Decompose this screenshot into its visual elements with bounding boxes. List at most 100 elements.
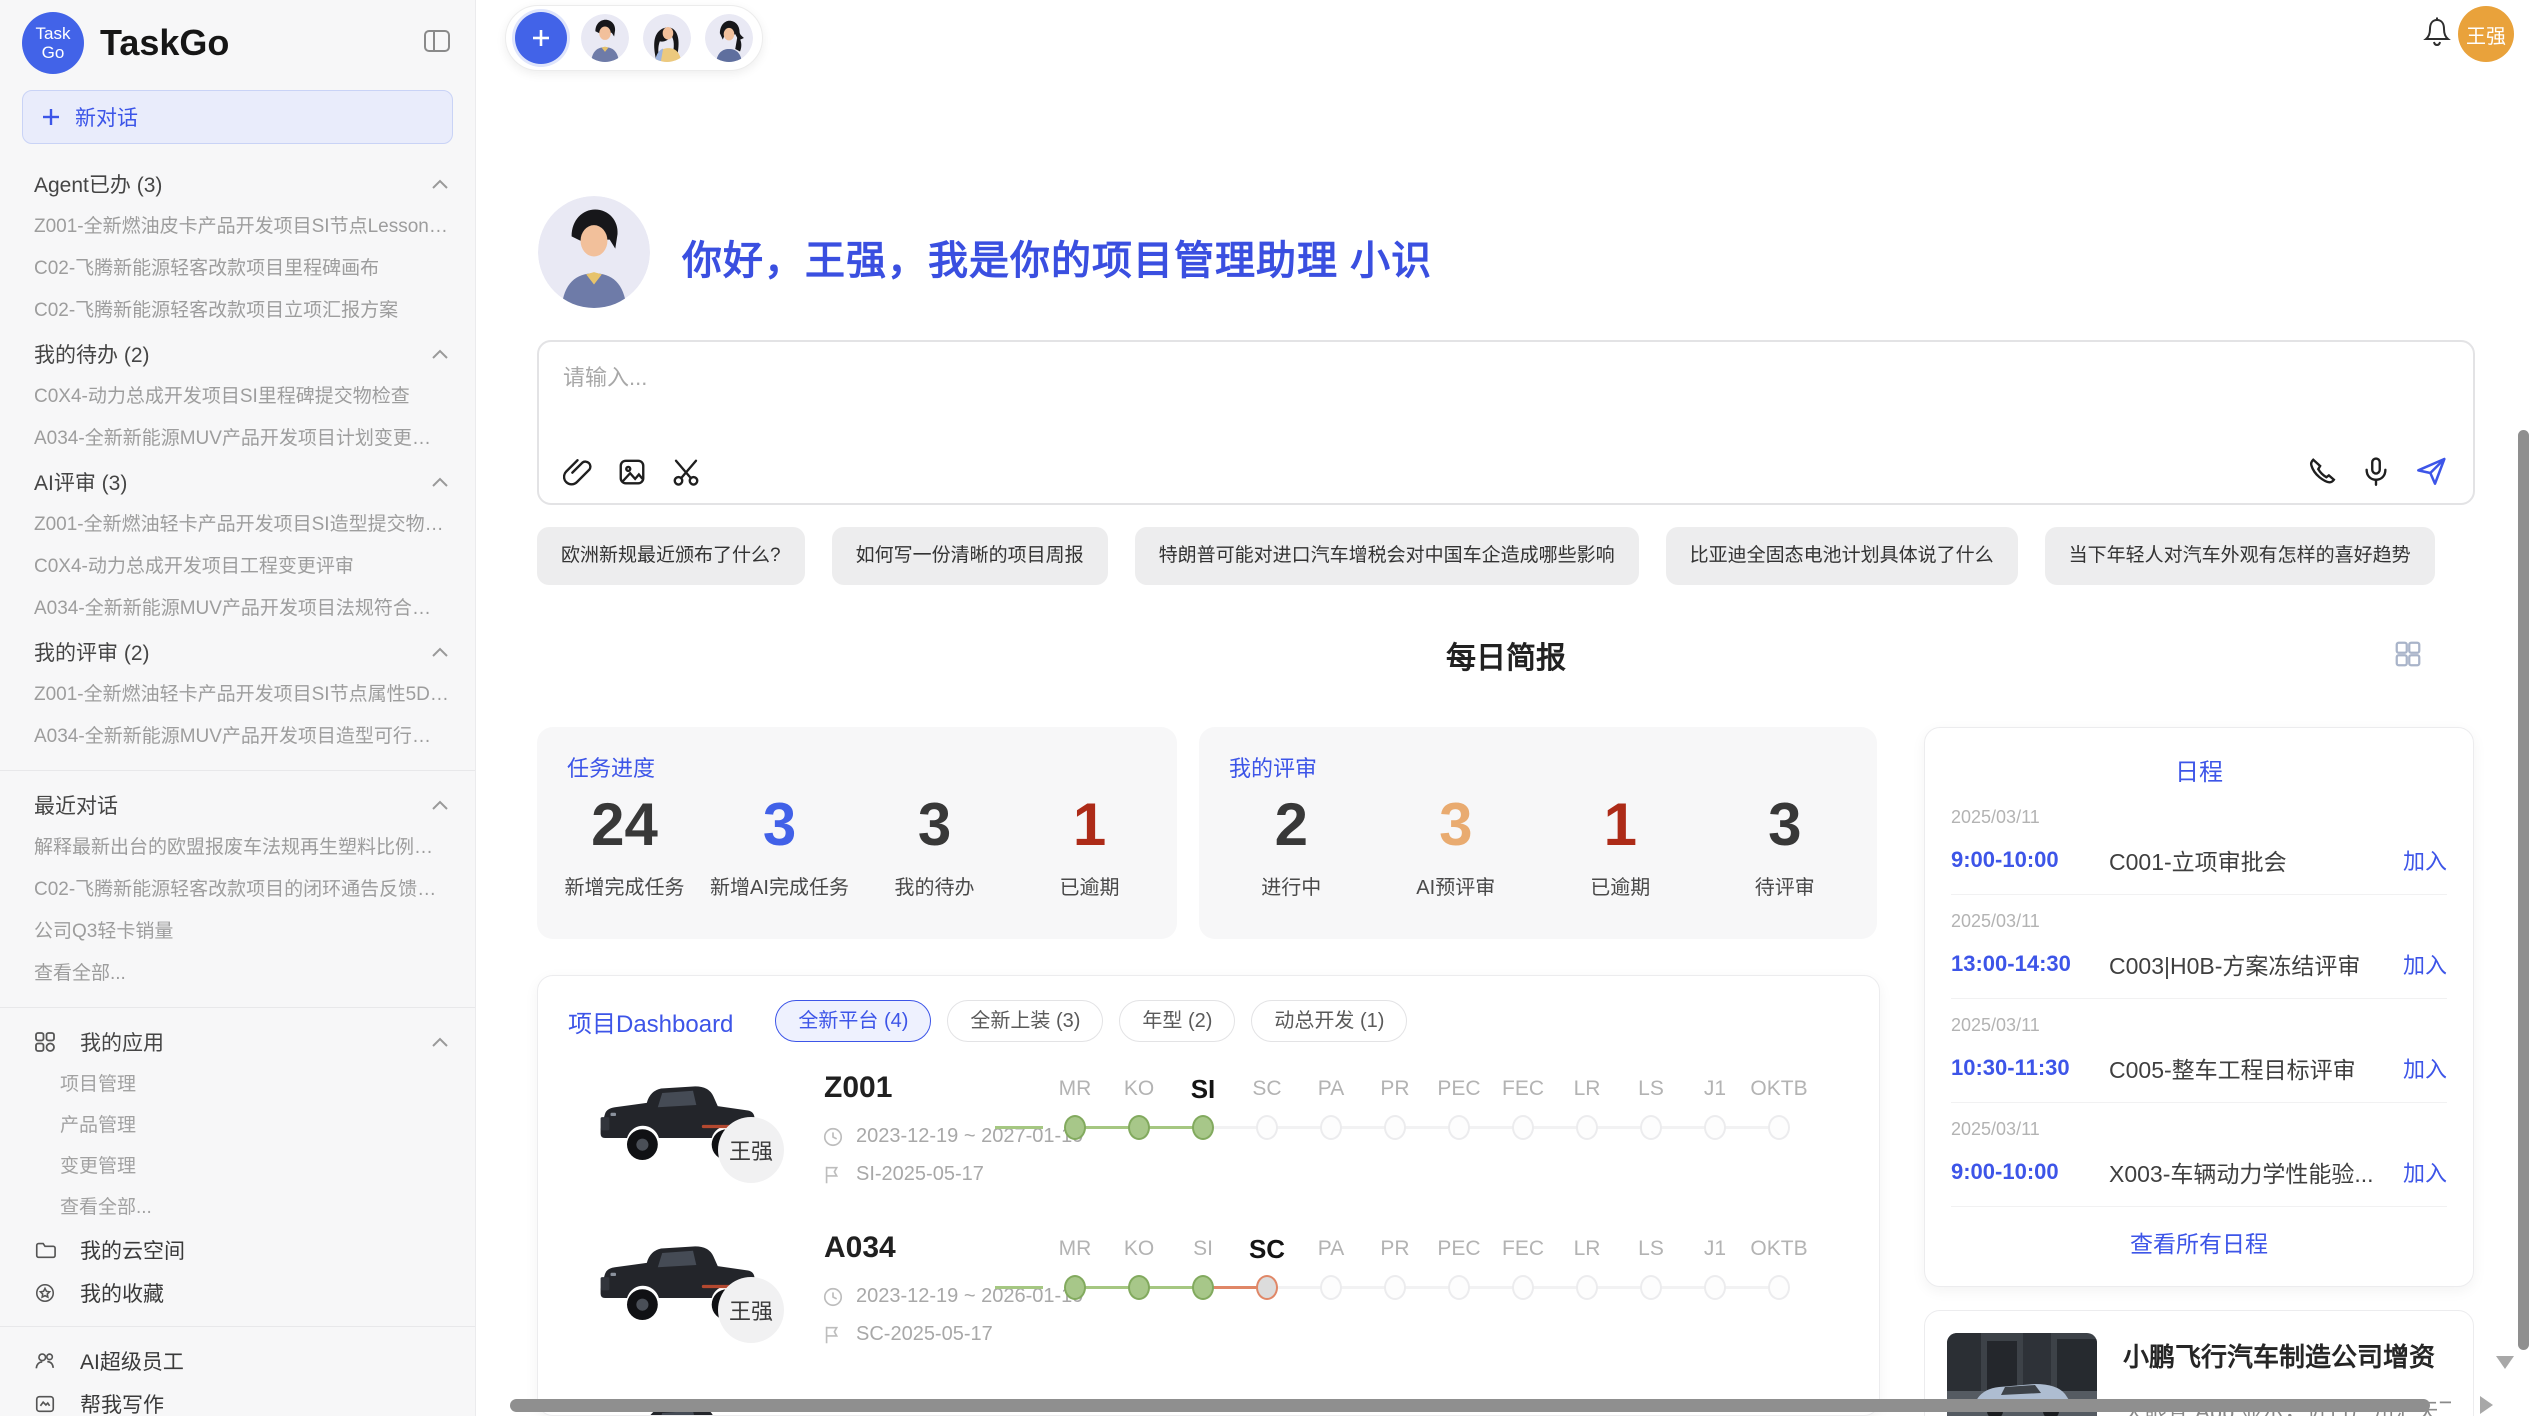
- stat: 1 已逾期: [1538, 793, 1703, 900]
- milestone-dot: [1320, 1115, 1342, 1140]
- sidebar-item-cloud[interactable]: 我的云空间: [0, 1228, 475, 1271]
- section-my-todo[interactable]: 我的待办 (2): [0, 332, 475, 376]
- join-link[interactable]: 加入: [2403, 844, 2447, 876]
- send-icon[interactable]: [2415, 455, 2447, 487]
- greeting-text: 你好，王强，我是你的项目管理助理 小识: [682, 228, 1432, 286]
- stat-value: 3: [1374, 793, 1539, 857]
- conversation-item[interactable]: Z001-全新燃油皮卡产品开发项目SI节点Lesson Learn报告: [0, 206, 475, 248]
- section-my-review[interactable]: 我的评审 (2): [0, 630, 475, 674]
- user-avatar[interactable]: 王强: [2458, 6, 2514, 62]
- phone-call-icon[interactable]: [2307, 456, 2337, 486]
- scroll-down-arrow-icon[interactable]: [2496, 1356, 2514, 1369]
- suggestion-chip[interactable]: 如何写一份清晰的项目周报: [832, 527, 1108, 585]
- suggestion-chip[interactable]: 特朗普可能对进口汽车增税会对中国车企造成哪些影响: [1135, 527, 1639, 585]
- sidebar-collapse-icon[interactable]: [419, 24, 455, 63]
- chevron-up-icon[interactable]: [431, 640, 449, 664]
- chevron-up-icon[interactable]: [431, 172, 449, 196]
- avatar[interactable]: [581, 14, 629, 62]
- dashboard-title: 项目Dashboard: [568, 1004, 733, 1039]
- conversation-item[interactable]: Z001-全新燃油轻卡产品开发项目SI节点属性5D文件评审: [0, 674, 475, 716]
- scroll-right-arrow-icon[interactable]: [2480, 1396, 2493, 1414]
- section-my-apps[interactable]: 我的应用: [0, 1020, 475, 1064]
- project-row[interactable]: 王强 A034 2023-12-19 ~ 2026-01-19 SC-2025-…: [538, 1231, 1879, 1391]
- milestone-dot: [1064, 1275, 1086, 1300]
- section-agent-done[interactable]: Agent已办 (3): [0, 162, 475, 206]
- sidebar-item-favorites[interactable]: 我的收藏: [0, 1271, 475, 1314]
- join-link[interactable]: 加入: [2403, 948, 2447, 980]
- conversation-item[interactable]: C0X4-动力总成开发项目SI里程碑提交物检查: [0, 376, 475, 418]
- write-icon: [34, 1393, 56, 1415]
- sidebar-item-writing[interactable]: 帮我写作: [0, 1382, 475, 1416]
- milestone-step: PA: [1299, 1235, 1363, 1300]
- image-icon[interactable]: [617, 457, 647, 487]
- app-item-change-mgmt[interactable]: 变更管理: [0, 1146, 475, 1187]
- notification-bell-icon[interactable]: [2422, 16, 2452, 53]
- chat-input[interactable]: [561, 358, 2265, 442]
- chevron-up-icon[interactable]: [431, 793, 449, 817]
- clock-icon: [822, 1286, 844, 1308]
- avatar[interactable]: [643, 14, 691, 62]
- conversation-item[interactable]: C02-飞腾新能源轻客改款项目立项汇报方案: [0, 290, 475, 332]
- new-chat-button[interactable]: 新对话: [22, 90, 453, 144]
- conversation-item[interactable]: Z001-全新燃油轻卡产品开发项目SI造型提交物评审: [0, 504, 475, 546]
- chevron-up-icon[interactable]: [431, 342, 449, 366]
- conversation-item[interactable]: A034-全新新能源MUV产品开发项目法规符合性评审: [0, 588, 475, 630]
- section-ai-review[interactable]: AI评审 (3): [0, 460, 475, 504]
- milestone-step: OKTB: [1747, 1235, 1811, 1300]
- milestone-dot: [1384, 1275, 1406, 1300]
- conversation-item[interactable]: 公司Q3轻卡销量: [0, 911, 475, 953]
- quick-access-bar: [505, 5, 763, 71]
- milestone-dot: [1576, 1275, 1598, 1300]
- join-link[interactable]: 加入: [2403, 1052, 2447, 1084]
- chevron-up-icon[interactable]: [431, 470, 449, 494]
- avatar[interactable]: [705, 14, 753, 62]
- attachment-icon[interactable]: [563, 457, 593, 487]
- tab-all-platform[interactable]: 全新平台 (4): [775, 1000, 931, 1042]
- new-chat-label: 新对话: [75, 102, 138, 132]
- conversation-item[interactable]: C02-飞腾新能源轻客改款项目里程碑画布: [0, 248, 475, 290]
- stat-label: 我的待办: [857, 871, 1012, 900]
- conversation-item[interactable]: C02-飞腾新能源轻客改款项目的闭环通告反馈情况: [0, 869, 475, 911]
- tab-year-model[interactable]: 年型 (2): [1119, 1000, 1235, 1042]
- flag-date: SC-2025-05-17: [856, 1323, 993, 1346]
- conversation-item[interactable]: C0X4-动力总成开发项目工程变更评审: [0, 546, 475, 588]
- layout-grid-icon[interactable]: [2393, 639, 2423, 674]
- tab-new-body[interactable]: 全新上装 (3): [947, 1000, 1103, 1042]
- vertical-scrollbar-thumb[interactable]: [2518, 430, 2529, 1350]
- conversation-item[interactable]: 解释最新出台的欧盟报废车法规再生塑料比例被调至15%...: [0, 827, 475, 869]
- view-all-conversations[interactable]: 查看全部...: [0, 953, 475, 995]
- tab-powertrain[interactable]: 动总开发 (1): [1251, 1000, 1407, 1042]
- sidebar: Task Go TaskGo 新对话 Agent已办 (3) Z001-全新燃油…: [0, 0, 476, 1416]
- suggestion-chip[interactable]: 比亚迪全固态电池计划具体说了什么: [1666, 527, 2018, 585]
- suggestion-chip[interactable]: 欧洲新规最近颁布了什么?: [537, 527, 805, 585]
- main-area: 王强 你好，王强，我是你的项目管理助理 小识 欧洲新规最近颁布了什么? 如何写一: [476, 0, 2532, 1416]
- sidebar-item-ai-staff[interactable]: AI超级员工: [0, 1339, 475, 1382]
- milestone-dot: [1064, 1115, 1086, 1140]
- scissors-icon[interactable]: [671, 457, 701, 487]
- chat-input-box: [537, 340, 2475, 505]
- milestone-step: J1: [1683, 1235, 1747, 1300]
- add-agent-button[interactable]: [515, 12, 567, 64]
- project-row[interactable]: 王强 Z001 2023-12-19 ~ 2027-01-19 SI-2025-…: [538, 1071, 1879, 1231]
- view-all-apps[interactable]: 查看全部...: [0, 1187, 475, 1228]
- join-link[interactable]: 加入: [2403, 1156, 2447, 1188]
- chevron-up-icon[interactable]: [431, 1030, 449, 1054]
- app-item-project-mgmt[interactable]: 项目管理: [0, 1064, 475, 1105]
- suggestion-chip[interactable]: 当下年轻人对汽车外观有怎样的喜好趋势: [2045, 527, 2435, 585]
- section-label: 最近对话: [34, 790, 118, 820]
- stat-value: 1: [1012, 793, 1167, 857]
- app-item-product-mgmt[interactable]: 产品管理: [0, 1105, 475, 1146]
- milestone-step: MR: [1043, 1235, 1107, 1300]
- app-title: TaskGo: [100, 22, 419, 64]
- stat-label: AI预评审: [1374, 871, 1539, 900]
- horizontal-scrollbar-thumb[interactable]: [510, 1399, 2430, 1412]
- milestone-dot: [1192, 1115, 1214, 1140]
- section-label: AI评审 (3): [34, 467, 127, 497]
- news-title: 小鹏飞行汽车制造公司增资: [2123, 1337, 2451, 1374]
- milestone-track: MR KO SI SC PA PR PEC FEC LR LS J1 OKTB: [1043, 1075, 1811, 1140]
- microphone-icon[interactable]: [2361, 456, 2391, 486]
- conversation-item[interactable]: A034-全新新能源MUV产品开发项目计划变更表编写: [0, 418, 475, 460]
- conversation-item[interactable]: A034-全新新能源MUV产品开发项目造型可行性评审: [0, 716, 475, 758]
- view-all-schedule-link[interactable]: 查看所有日程: [1951, 1207, 2447, 1277]
- section-recent[interactable]: 最近对话: [0, 783, 475, 827]
